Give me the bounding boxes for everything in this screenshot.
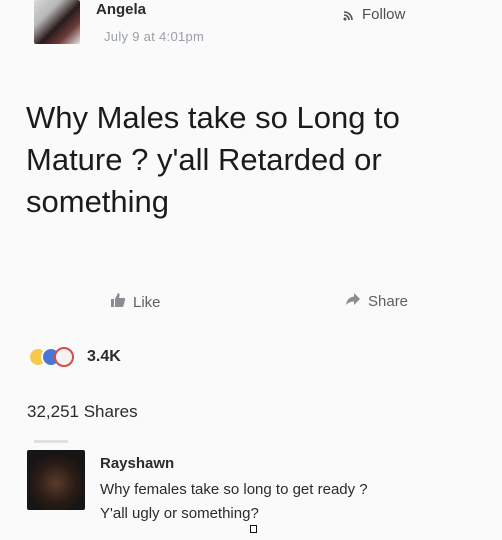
shares-count[interactable]: 32,251 Shares	[27, 402, 138, 422]
rss-follow-icon	[342, 8, 356, 22]
comment-text-line-2: Y'all ugly or something?	[100, 505, 259, 522]
cursor-indicator	[250, 525, 257, 533]
post-card: Angela July 9 at 4:01pm Follow Why Males…	[0, 0, 502, 540]
thumbs-up-icon	[110, 292, 126, 312]
reaction-icons	[28, 347, 74, 367]
follow-label: Follow	[362, 6, 406, 23]
like-button[interactable]: Like	[110, 292, 161, 312]
comment-text-line-1: Why females take so long to get ready ?	[100, 481, 368, 498]
share-label: Share	[368, 292, 409, 310]
post-text: Why Males take so Long to Mature ? y'all…	[26, 97, 486, 223]
post-header: Angela July 9 at 4:01pm Follow	[0, 0, 502, 58]
reactions-summary[interactable]: 3.4K	[28, 347, 121, 367]
avatar[interactable]	[34, 0, 80, 44]
post-timestamp[interactable]: July 9 at 4:01pm	[104, 29, 204, 44]
commenter-name[interactable]: Rayshawn	[100, 455, 174, 472]
share-button[interactable]: Share	[345, 292, 408, 310]
commenter-avatar[interactable]	[27, 450, 85, 510]
post-text-line-2: Mature ? y'all Retarded or	[26, 142, 382, 177]
like-label: Like	[133, 293, 161, 311]
author-name[interactable]: Angela	[96, 1, 146, 18]
love-icon	[54, 347, 74, 367]
share-arrow-icon	[345, 292, 361, 310]
reaction-count: 3.4K	[87, 348, 121, 365]
comment-text: Why females take so long to get ready ? …	[100, 478, 490, 526]
post-text-line-1: Why Males take so Long to	[26, 100, 400, 135]
divider	[34, 440, 68, 443]
follow-button[interactable]: Follow	[342, 6, 405, 23]
post-text-line-3: something	[26, 184, 170, 219]
